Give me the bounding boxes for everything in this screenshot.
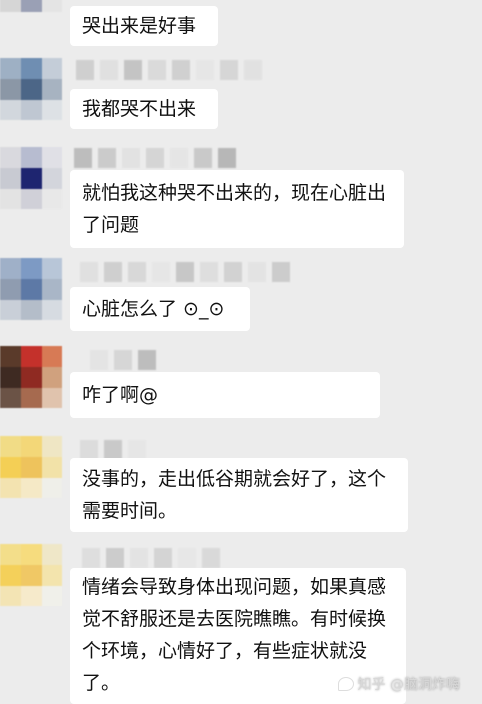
message-bubble: 哭出来是好事 bbox=[70, 6, 218, 46]
avatar[interactable] bbox=[0, 147, 62, 209]
nickname-blurred bbox=[80, 262, 290, 282]
message-bubble: 我都哭不出来 bbox=[70, 89, 218, 129]
message-bubble: 咋了啊@ bbox=[70, 372, 380, 418]
avatar[interactable] bbox=[0, 58, 62, 120]
avatar[interactable] bbox=[0, 0, 62, 32]
message-text: 就怕我这种哭不出来的，现在心脏出了问题 bbox=[82, 182, 387, 236]
avatar[interactable] bbox=[0, 544, 62, 606]
nickname-blurred bbox=[76, 60, 262, 80]
nickname-blurred bbox=[82, 548, 220, 568]
message-text: 哭出来是好事 bbox=[82, 15, 197, 37]
speech-bubble-icon bbox=[337, 677, 354, 691]
chat-screenshot: { "messages": [ {"text": "哭出来是好事"}, {"te… bbox=[0, 0, 482, 704]
avatar[interactable] bbox=[0, 346, 62, 408]
message-text: 没事的，走出低谷期就会好了，这个需要时间。 bbox=[82, 468, 387, 522]
avatar[interactable] bbox=[0, 258, 62, 320]
watermark-text: 知乎 @脑洞炸嗨 bbox=[357, 677, 460, 693]
message-bubble: 心脏怎么了 ⊙_⊙ bbox=[70, 287, 250, 331]
nickname-blurred bbox=[74, 148, 236, 168]
message-text: 心脏怎么了 ⊙_⊙ bbox=[82, 298, 225, 320]
nickname-blurred bbox=[90, 350, 156, 370]
nickname-blurred bbox=[80, 440, 146, 460]
message-bubble: 就怕我这种哭不出来的，现在心脏出了问题 bbox=[70, 170, 404, 248]
zhihu-watermark: 知乎 @脑洞炸嗨 bbox=[337, 674, 460, 694]
avatar[interactable] bbox=[0, 436, 62, 498]
message-bubble: 没事的，走出低谷期就会好了，这个需要时间。 bbox=[70, 458, 408, 532]
message-text: 咋了啊@ bbox=[82, 384, 159, 406]
message-text: 我都哭不出来 bbox=[82, 98, 197, 120]
